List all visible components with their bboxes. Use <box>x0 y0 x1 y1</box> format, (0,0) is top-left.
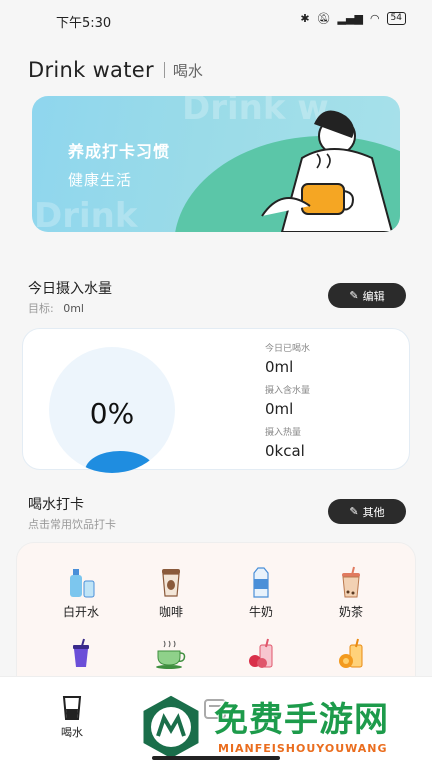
stat-value: 0ml <box>265 400 294 418</box>
coffee-cup-icon <box>162 569 180 597</box>
drink-item-5[interactable] <box>46 637 116 675</box>
pencil-icon: ✎ <box>349 505 359 518</box>
stat-label: 摄入含水量 <box>265 386 311 396</box>
water-level-wave <box>85 451 155 473</box>
drink-name: 奶茶 <box>338 605 363 619</box>
water-glass-icon <box>62 696 82 720</box>
stat-label: 摄入热量 <box>265 428 302 438</box>
edit-target-button[interactable]: ✎ 编辑 <box>328 283 406 308</box>
progress-circle: 0% <box>49 347 175 473</box>
banner-subline: 健康生活 <box>68 171 133 189</box>
other-drink-button[interactable]: ✎ 其他 <box>328 499 406 524</box>
drink-item-milk[interactable]: 牛奶 <box>226 565 296 620</box>
stat-label: 今日已喝水 <box>265 344 311 354</box>
milk-carton-icon <box>253 567 269 598</box>
banner-headline: 养成打卡习惯 <box>68 142 171 161</box>
mute-icon: 🔕︎ <box>316 12 331 25</box>
signal-icon: ▂▄▆ <box>337 12 363 25</box>
watermark-logo <box>140 692 202 762</box>
target-label: 目标: <box>28 302 54 315</box>
checkin-subtitle: 点击常用饮品打卡 <box>28 518 116 531</box>
drink-name: 白开水 <box>62 605 99 619</box>
status-bar: 下午5:30 ✱ 🔕︎ ▂▄▆ ◠ 54 <box>0 0 432 36</box>
stat-water-content: 摄入含水量 0ml <box>265 383 310 418</box>
intake-card: 0% 今日已喝水 0ml 摄入含水量 0ml 摄入热量 0kcal <box>22 328 410 473</box>
home-indicator[interactable] <box>152 756 280 760</box>
drink-item-coffee[interactable]: 咖啡 <box>136 565 206 620</box>
fruit-juice-icon <box>249 638 273 668</box>
title-divider <box>163 62 165 78</box>
page-title: Drink water 喝水 <box>28 58 203 82</box>
stat-value: 0ml <box>265 358 294 376</box>
stat-value: 0kcal <box>265 442 305 460</box>
title-english: Drink water <box>28 58 154 82</box>
watermark-text: 免费手游网 <box>214 700 389 740</box>
intake-target: 目标: 0ml <box>28 300 84 316</box>
watermark-subtext: MIANFEISHOUYOUWANG <box>218 742 388 755</box>
drink-item-8[interactable] <box>316 637 386 675</box>
title-chinese: 喝水 <box>172 61 203 80</box>
banner-illustration <box>175 110 400 232</box>
water-bottle-icon <box>70 569 95 598</box>
nav-label: 喝水 <box>61 726 83 739</box>
drink-name: 牛奶 <box>248 605 273 619</box>
drink-item-milk-tea[interactable]: 奶茶 <box>316 565 386 620</box>
drink-item-water[interactable]: 白开水 <box>46 565 116 620</box>
nav-item-drink-water[interactable]: 喝水 <box>54 695 90 740</box>
drink-name: 咖啡 <box>158 605 183 619</box>
edit-button-label: 编辑 <box>362 289 385 303</box>
bluetooth-icon: ✱ <box>300 12 310 25</box>
stat-drunk: 今日已喝水 0ml <box>265 341 310 376</box>
wifi-icon: ◠ <box>369 12 380 25</box>
promo-banner[interactable]: Drink w Drink 养成打卡习惯 健康生活 <box>32 96 400 232</box>
drink-item-6[interactable] <box>136 637 206 675</box>
orange-juice-icon <box>339 638 363 668</box>
target-value: 0ml <box>63 302 84 315</box>
other-button-label: 其他 <box>362 505 385 519</box>
drink-item-7[interactable] <box>226 637 296 675</box>
progress-percent: 0% <box>89 397 135 430</box>
milk-tea-icon <box>342 566 360 598</box>
intake-section-title: 今日摄入水量 <box>28 281 112 297</box>
status-time: 下午5:30 <box>56 16 112 31</box>
purple-drink-icon <box>73 638 89 667</box>
status-icons: ✱ 🔕︎ ▂▄▆ ◠ 54 <box>300 12 406 25</box>
tea-cup-icon <box>156 640 186 669</box>
battery-icon: 54 <box>386 12 406 25</box>
pencil-icon: ✎ <box>349 289 359 302</box>
stat-calories: 摄入热量 0kcal <box>265 425 305 460</box>
checkin-section-title: 喝水打卡 <box>28 497 84 513</box>
